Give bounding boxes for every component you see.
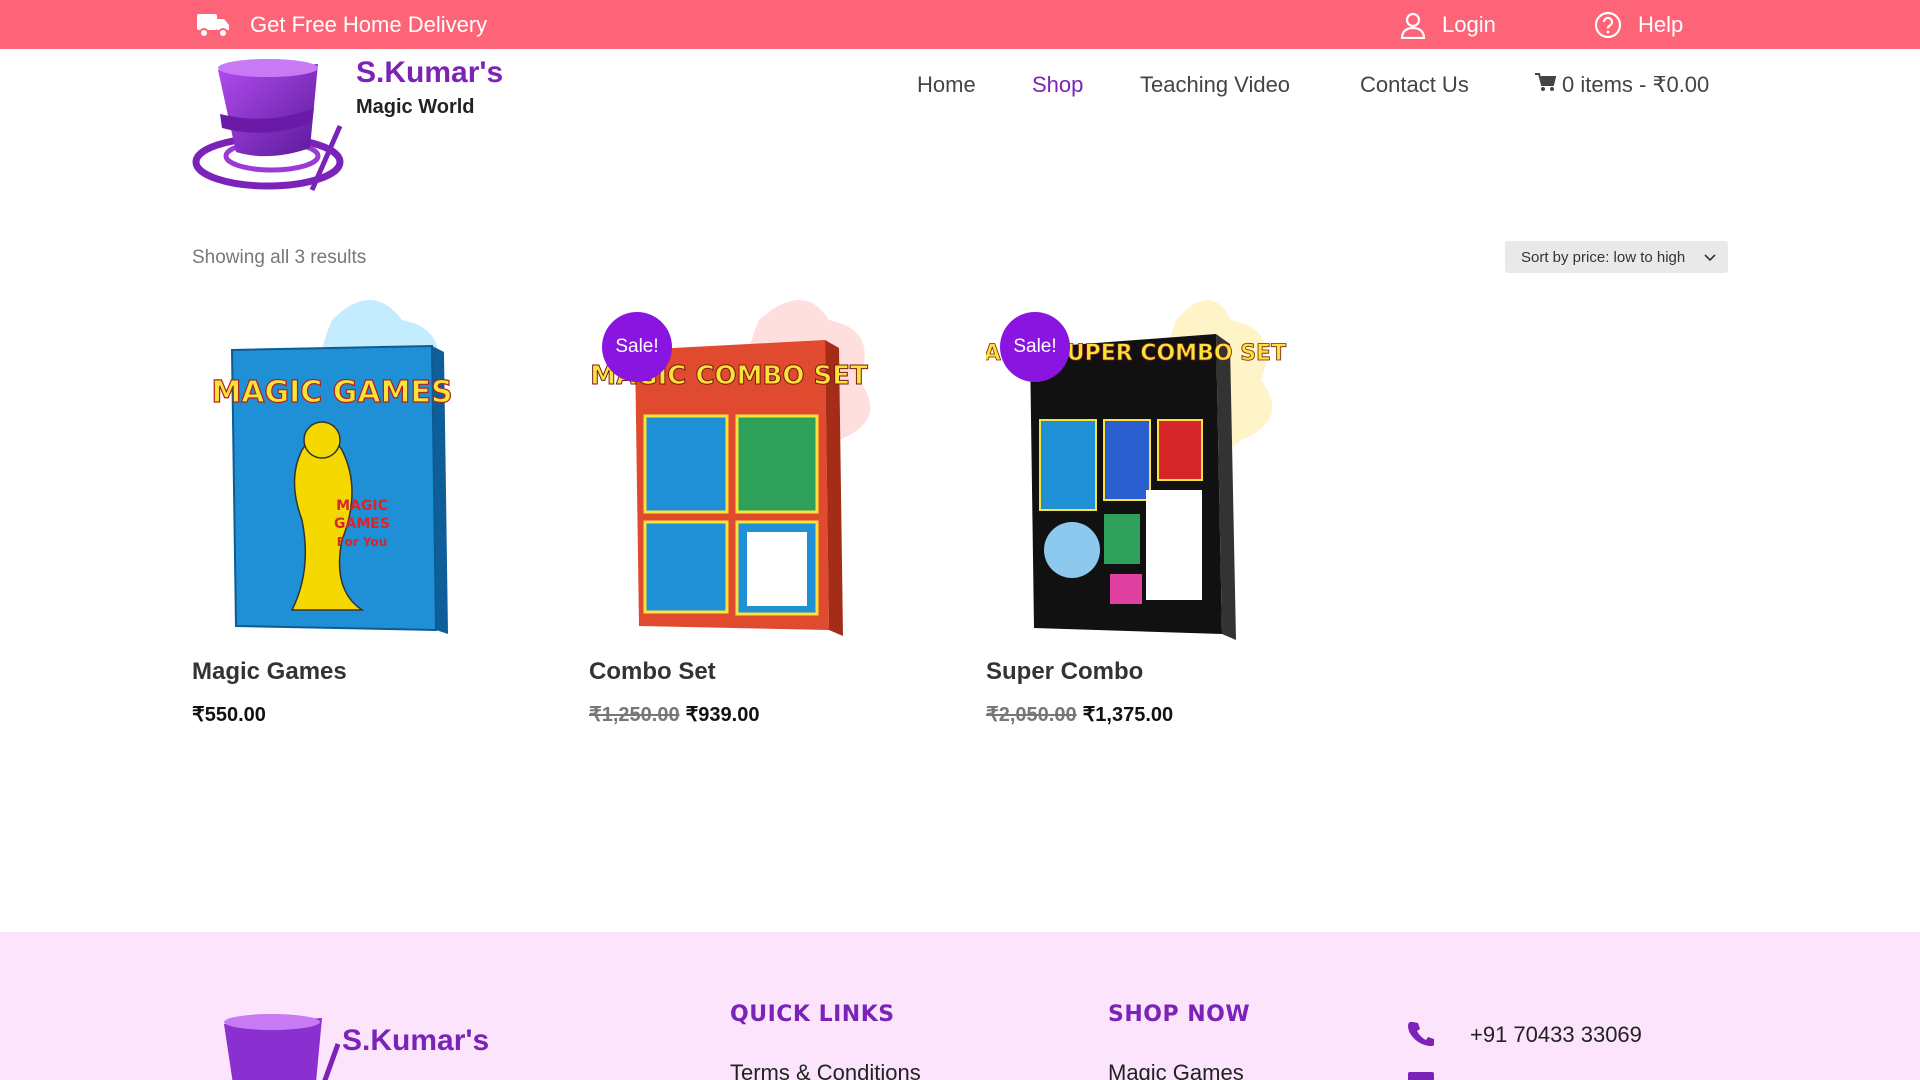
current-price: ₹1,375.00 [1082,704,1174,726]
footer-link-magic-games[interactable]: Magic Games [1108,1060,1244,1080]
magic-hat-icon [224,1014,341,1080]
nav-shop[interactable]: Shop [1032,72,1083,98]
product-name[interactable]: Super Combo [986,658,1143,686]
sort-select[interactable]: Sort by price: low to high [1505,241,1728,273]
site-logo[interactable]: S.Kumar's Magic World [190,56,530,196]
product-card[interactable]: MAGIC COMBO SET Sale! Combo Set ₹1,250.0… [589,290,929,750]
mail-icon [1408,1072,1434,1080]
results-count: Showing all 3 results [192,247,367,268]
sale-badge: Sale! [1000,312,1070,382]
nav-contact-us[interactable]: Contact Us [1360,72,1469,98]
free-delivery-text: Get Free Home Delivery [250,11,488,37]
top-bar: Get Free Home Delivery Login Help [0,0,1920,49]
user-icon [1400,11,1426,39]
footer-brand-name: S.Kumar's [342,1024,490,1057]
product-card[interactable]: MAGIC GAMES MAGIC GAMES For You Magic Ga… [192,290,532,750]
nav-home[interactable]: Home [917,72,976,98]
product-card[interactable]: MAGIC SUPER COMBO SET Sale! Super Combo … [962,290,1326,750]
magic-hat-icon [192,59,344,192]
svg-text:MAGIC: MAGIC [336,498,388,514]
product-box-title: MAGIC GAMES [211,375,452,410]
product-image[interactable]: MAGIC GAMES MAGIC GAMES For You [192,290,532,640]
shop-now-title: SHOP NOW [1108,1002,1251,1027]
phone-icon [1408,1020,1435,1051]
svg-text:For You: For You [337,535,387,549]
site-footer: S.Kumar's QUICK LINKS Terms & Conditions… [0,932,1920,1080]
sort-selected-value: Sort by price: low to high [1521,248,1686,266]
help-icon [1594,11,1622,39]
product-price: ₹2,050.00 ₹1,375.00 [986,702,1173,727]
brand-subtitle: Magic World [356,96,475,118]
cart-label: 0 items - ₹0.00 [1562,72,1710,97]
svg-text:GAMES: GAMES [334,516,390,532]
sale-badge: Sale! [602,312,672,382]
current-price: ₹939.00 [685,704,760,726]
footer-phone[interactable]: +91 70433 33069 [1470,1022,1642,1048]
original-price: ₹2,050.00 [986,704,1077,726]
nav-teaching-video[interactable]: Teaching Video [1140,72,1290,98]
login-label: Login [1442,11,1496,37]
brand-name: S.Kumar's [356,56,504,89]
cart-icon [1534,72,1557,98]
free-delivery-notice: Get Free Home Delivery [196,0,487,49]
chevron-down-icon [1704,250,1716,267]
product-name[interactable]: Magic Games [192,658,347,686]
footer-link-terms[interactable]: Terms & Conditions [730,1060,921,1080]
original-price: ₹1,250.00 [589,704,680,726]
footer-logo[interactable]: S.Kumar's [210,1014,530,1080]
help-link[interactable]: Help [1594,0,1683,49]
login-link[interactable]: Login [1400,0,1496,49]
quick-links-title: QUICK LINKS [730,1002,895,1027]
help-label: Help [1638,11,1684,37]
nav-cart[interactable]: 0 items - ₹0.00 [1534,72,1709,98]
product-price: ₹1,250.00 ₹939.00 [589,702,759,727]
product-name[interactable]: Combo Set [589,658,716,686]
truck-icon [196,11,232,39]
product-price: ₹550.00 [192,702,266,727]
current-price: ₹550.00 [192,704,266,726]
